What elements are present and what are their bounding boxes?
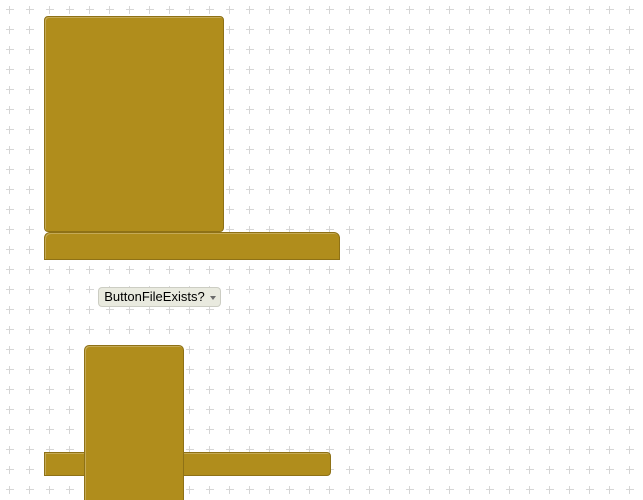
event-name: .Click — [227, 288, 267, 305]
blocks-canvas[interactable]: when ButtonFileExists? .Click do ⚙ if th… — [0, 0, 643, 500]
component-dropdown-buttonfileexists[interactable]: ButtonFileExists? — [98, 287, 221, 307]
event-block-body-extension — [44, 232, 340, 260]
component-name: ButtonFileExists? — [104, 289, 205, 304]
chevron-down-icon[interactable] — [209, 295, 216, 300]
control-if-block[interactable] — [84, 345, 184, 500]
block1-header: when ButtonFileExists? .Click — [44, 286, 643, 308]
when-keyword: when — [53, 288, 92, 305]
event-block-button-file-exists-click[interactable] — [44, 16, 224, 232]
